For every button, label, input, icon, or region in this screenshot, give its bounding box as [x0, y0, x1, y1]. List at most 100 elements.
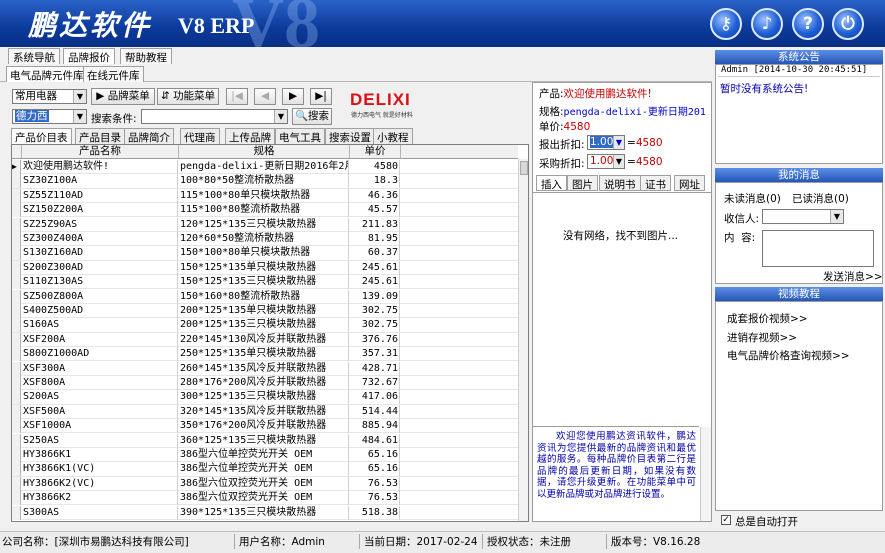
video-link-package-quote[interactable]: 成套报价视频>>	[727, 311, 808, 326]
detail-product-value: 欢迎使用鹏达软件!	[563, 88, 652, 100]
table-row[interactable]: XSF500A 320*145*135风冷反并联散热器 514.44	[12, 404, 518, 420]
search-input[interactable]: ▼	[141, 109, 288, 124]
cell-price: 245.61	[350, 260, 400, 275]
tab-price-list[interactable]: 产品价目表	[11, 128, 72, 144]
row-indicator	[12, 433, 21, 448]
quote-result: =4580	[627, 137, 663, 149]
tab-upload-brand[interactable]: 上传品牌	[225, 128, 275, 144]
cell-spec: 386型六位双控荧光开关 OEM	[179, 491, 349, 506]
cell-name: S250AS	[22, 433, 178, 448]
auto-open-checkbox[interactable]: ✓	[721, 515, 731, 525]
table-row[interactable]: XSF300A 260*145*135风冷反并联散热器 428.71	[12, 361, 518, 376]
message-content-input[interactable]	[762, 230, 874, 267]
tab-brand-intro[interactable]: 品牌简介	[124, 128, 174, 144]
brand-menu-label: 品牌菜单	[107, 90, 150, 102]
key-icon[interactable]: ⚷	[710, 8, 742, 40]
send-message-link[interactable]: 发送消息>>	[823, 269, 883, 284]
cell-price: 18.3	[350, 174, 400, 189]
menu-system-nav[interactable]: 系统导航	[8, 48, 60, 64]
tab-manual[interactable]: 说明书	[599, 175, 641, 191]
tab-insert[interactable]: 插入	[536, 175, 567, 191]
cell-spec: 250*125*135单只模块散热器	[179, 347, 349, 362]
info-scrollbar[interactable]	[700, 427, 711, 521]
table-row[interactable]: S400Z500AD 200*125*135单只模块散热器 302.75	[12, 304, 518, 319]
table-row[interactable]: HY3866K1 386型六位单控荧光开关 OEM 65.16	[12, 448, 518, 463]
purchase-discount-select[interactable]: 1.00 ▼	[587, 154, 625, 169]
function-menu-button[interactable]: ⇵ 功能菜单	[157, 88, 219, 105]
tab-website[interactable]: 网址	[674, 175, 705, 191]
column-header-spec[interactable]: 规格	[179, 145, 350, 159]
chevron-down-icon[interactable]: ▼	[613, 155, 624, 168]
row-indicator	[12, 347, 21, 362]
tab-search-settings[interactable]: 搜索设置	[325, 128, 375, 144]
tab-online-library[interactable]: 在线元件库	[83, 66, 144, 82]
table-row[interactable]: XSF800A 280*176*200风冷反并联散热器 732.67	[12, 376, 518, 391]
tab-agents[interactable]: 代理商	[180, 128, 220, 144]
column-header-name[interactable]: 产品名称	[22, 145, 179, 159]
table-row[interactable]: S300AS 390*125*135三只模块散热器 518.38	[12, 505, 518, 520]
chevron-down-icon[interactable]: ▼	[830, 210, 843, 223]
table-row[interactable]: S110Z130AS 150*125*135三只模块散热器 245.61	[12, 275, 518, 290]
recipient-select[interactable]: ▼	[762, 209, 844, 224]
table-row[interactable]: XSF200A 220*145*130风冷反并联散热器 376.76	[12, 332, 518, 348]
table-row[interactable]: SZ300Z400A 120*60*50整流桥散热器 81.95	[12, 232, 518, 247]
table-scrollbar[interactable]	[518, 159, 528, 521]
table-row[interactable]: S800Z1000AD 250*125*135单只模块散热器 357.31	[12, 347, 518, 362]
chevron-down-icon[interactable]: ▼	[73, 90, 86, 103]
column-header-price[interactable]: 单价	[350, 145, 401, 159]
tab-images[interactable]: 图片	[567, 175, 598, 191]
cell-price: 60.37	[350, 246, 400, 261]
help-icon[interactable]: ?	[792, 8, 824, 40]
tab-certificate[interactable]: 证书	[640, 175, 671, 191]
table-row[interactable]: S200Z300AD 150*125*135单只模块散热器 245.61	[12, 260, 518, 276]
table-row[interactable]: S250AS 360*125*135三只模块散热器 484.61	[12, 433, 518, 448]
category-select[interactable]: 常用电器 ▼	[12, 89, 87, 104]
table-row[interactable]: XSF1000A 350*176*200风冷反并联散热器 885.94	[12, 419, 518, 434]
row-indicator	[12, 332, 21, 347]
menu-brand-quote[interactable]: 品牌报价	[63, 48, 115, 64]
cell-name: S130Z160AD	[22, 246, 178, 261]
chevron-down-icon[interactable]: ▼	[613, 136, 624, 149]
read-messages[interactable]: 已读消息(0)	[792, 191, 849, 206]
unread-messages[interactable]: 未读消息(0)	[724, 191, 781, 206]
table-row[interactable]: SZ30Z100A 100*80*50整流桥散热器 18.3	[12, 174, 518, 189]
video-link-inventory[interactable]: 进销存视频>>	[727, 330, 797, 345]
last-record-button[interactable]: ▶|	[310, 88, 332, 105]
tab-tutorial[interactable]: 小教程	[373, 128, 413, 144]
quote-discount-select[interactable]: 1.00 ▼	[587, 135, 625, 150]
prev-record-button[interactable]: ◀	[254, 88, 276, 105]
video-link-brand-price[interactable]: 电气品牌价格查询视频>>	[727, 348, 850, 363]
chevron-down-icon[interactable]: ▼	[73, 110, 86, 123]
search-button[interactable]: 🔍搜索	[292, 108, 332, 125]
table-row[interactable]: S200AS 300*125*135三只模块散热器 417.06	[12, 390, 518, 405]
table-row[interactable]: HY3866K1(VC) 386型六位单控荧光开关 OEM 65.16	[12, 462, 518, 477]
power-icon[interactable]: ⏻	[832, 8, 864, 40]
brand-select[interactable]: 德力西 ▼	[12, 109, 87, 124]
table-row[interactable]: SZ150Z200A 115*100*80整流桥散热器 45.57	[12, 203, 518, 218]
cell-price: 45.57	[350, 203, 400, 218]
next-record-button[interactable]: ▶	[282, 88, 304, 105]
table-row[interactable]: S160AS 200*125*135三只模块散热器 302.75	[12, 318, 518, 333]
cell-price: 81.95	[350, 232, 400, 246]
table-row[interactable]: SZ25Z90AS 120*125*135三只模块散热器 211.83	[12, 217, 518, 232]
brand-menu-button[interactable]: ▶ 品牌菜单	[91, 88, 155, 105]
table-row[interactable]: S130Z160AD 150*100*80单只模块散热器 60.37	[12, 246, 518, 261]
menu-help[interactable]: 帮助教程	[120, 48, 172, 64]
table-row[interactable]: HY3866K2 386型六位双控荧光开关 OEM 76.53	[12, 491, 518, 506]
table-row[interactable]: SZ500Z800A 150*160*80整流桥散热器 139.09	[12, 289, 518, 304]
bell-icon[interactable]: ♪	[751, 8, 783, 40]
table-row[interactable]: SZ55Z110AD 115*100*80单只模块散热器 46.36	[12, 188, 518, 204]
table-row[interactable]: HY3866K2(VC) 386型六位双控荧光开关 OEM 76.53	[12, 476, 518, 492]
first-record-button[interactable]: |◀	[226, 88, 248, 105]
tab-electric-library[interactable]: 电气品牌元件库	[6, 66, 88, 82]
scrollbar-thumb[interactable]	[520, 161, 528, 175]
table-row[interactable]: ▶ 欢迎使用鹏达软件! pengda-delixi-更新日期2016年2月 4580	[12, 160, 518, 175]
row-indicator	[12, 448, 21, 462]
cell-spec: pengda-delixi-更新日期2016年2月	[180, 160, 349, 174]
row-indicator	[12, 217, 21, 232]
announcement-text: 暂时没有系统公告!	[720, 83, 809, 95]
tab-catalog[interactable]: 产品目录	[75, 128, 125, 144]
detail-price-label: 单价:	[539, 121, 564, 133]
tab-electrical-tools[interactable]: 电气工具	[275, 128, 325, 144]
chevron-down-icon[interactable]: ▼	[274, 110, 287, 123]
